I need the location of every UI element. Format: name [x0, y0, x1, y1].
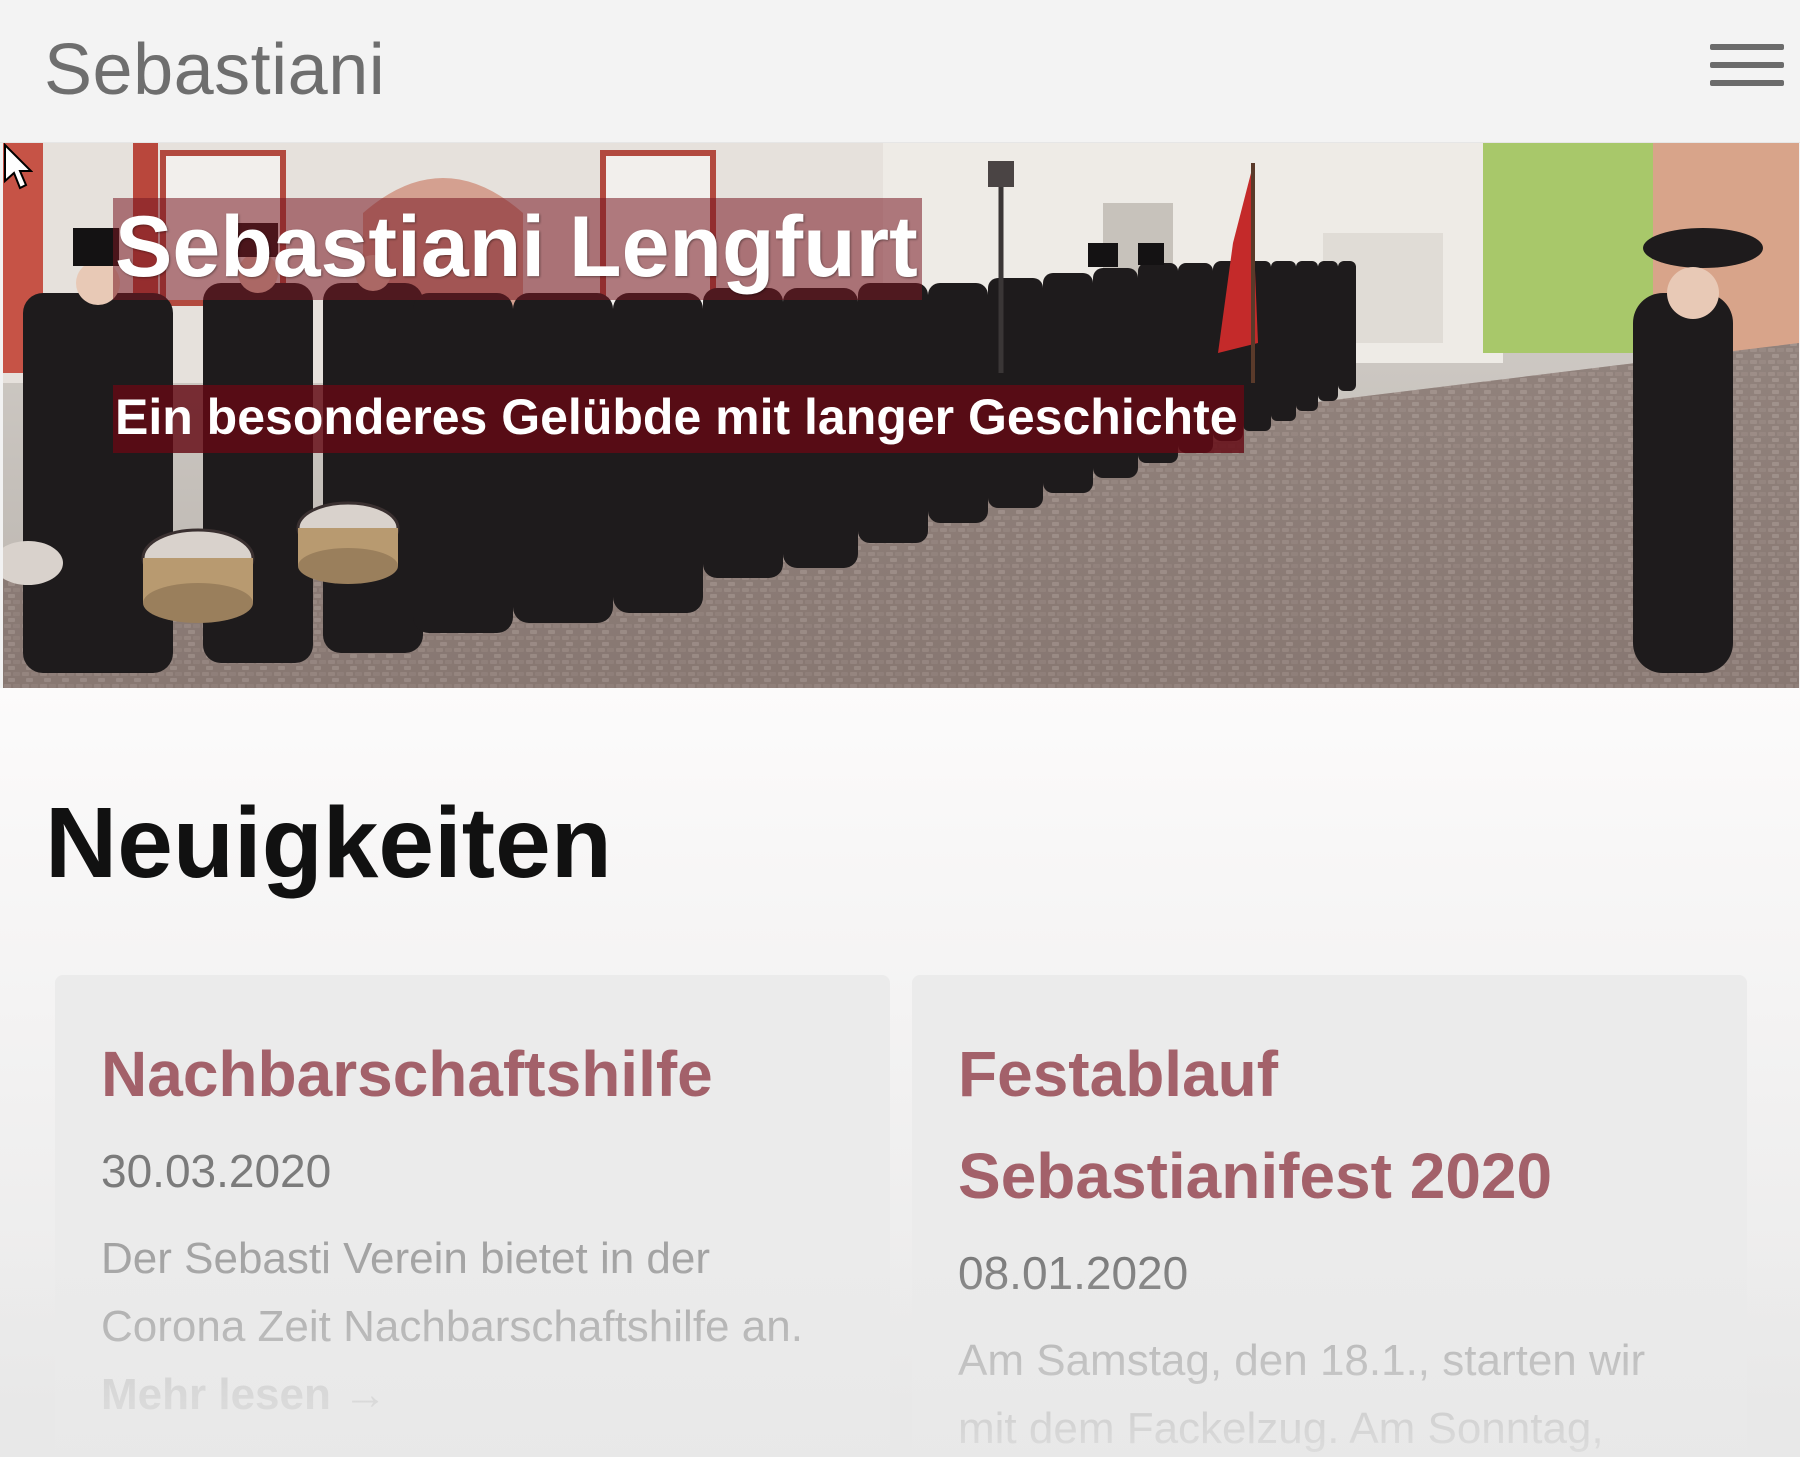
news-card-title[interactable]: Nachbarschaftshilfe	[101, 1023, 844, 1125]
menu-bar	[1710, 80, 1784, 86]
news-card[interactable]: Nachbarschaftshilfe 30.03.2020 Der Sebas…	[55, 975, 890, 1457]
news-card-excerpt: Der Sebasti Verein bietet in der Corona …	[101, 1234, 803, 1351]
news-card-date: 08.01.2020	[958, 1247, 1189, 1299]
site-header: Sebastiani	[0, 0, 1800, 143]
hero-subtitle: Ein besonderes Gelübde mit langer Geschi…	[113, 385, 1244, 453]
read-more-link[interactable]: Mehr lesen →	[101, 1361, 387, 1429]
hamburger-menu-icon[interactable]	[1710, 40, 1784, 90]
hero-title: Sebastiani Lengfurt	[113, 198, 922, 300]
news-section: Neuigkeiten Nachbarschaftshilfe 30.03.20…	[0, 688, 1800, 1457]
news-card-excerpt: Am Samstag, den 18.1., starten wir mit d…	[958, 1336, 1646, 1453]
menu-bar	[1710, 62, 1784, 68]
news-heading: Neuigkeiten	[45, 787, 612, 899]
mouse-cursor-icon	[4, 143, 33, 190]
news-card[interactable]: Festablauf Sebastianifest 2020 08.01.202…	[912, 975, 1747, 1457]
page: Sebastiani Sebastiani Lengfurt Ein beson…	[0, 0, 1800, 1457]
site-brand[interactable]: Sebastiani	[44, 30, 385, 110]
hero-banner: Sebastiani Lengfurt Ein besonderes Gelüb…	[3, 143, 1799, 688]
news-card-title[interactable]: Festablauf Sebastianifest 2020	[958, 1023, 1701, 1227]
news-card-date: 30.03.2020	[101, 1145, 332, 1197]
menu-bar	[1710, 44, 1784, 50]
